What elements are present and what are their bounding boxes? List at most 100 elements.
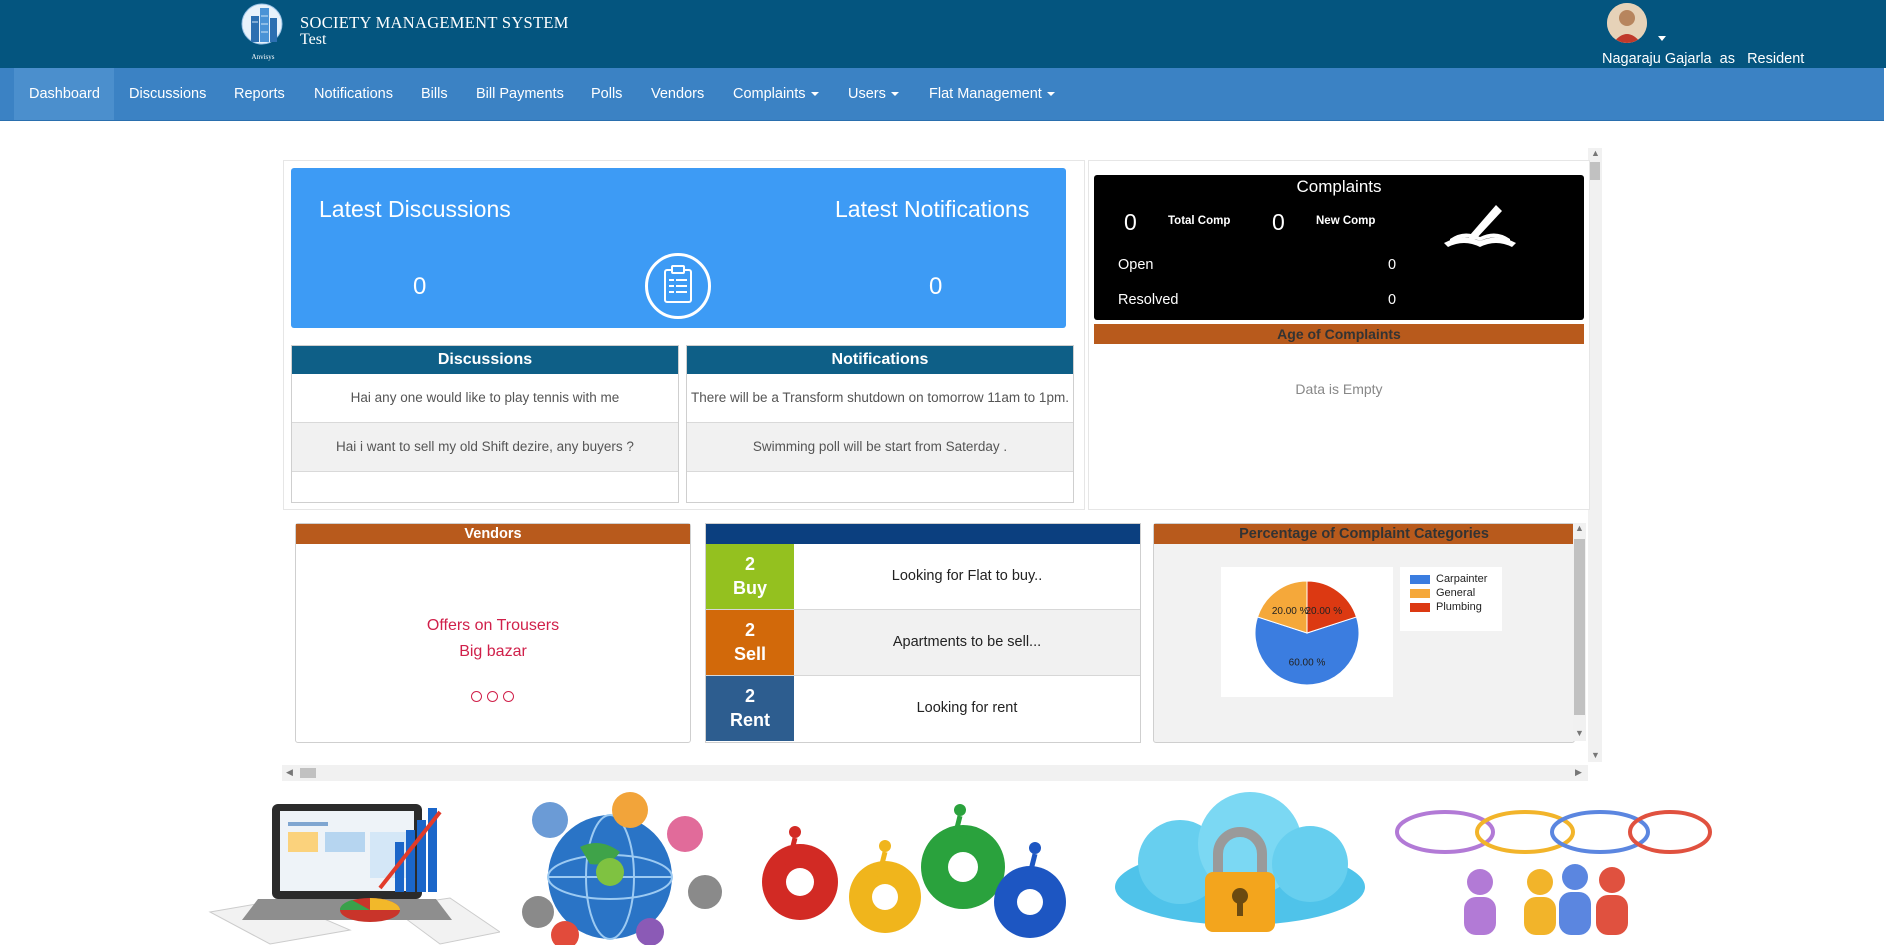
discussions-title: Discussions — [292, 346, 678, 374]
nav-complaints[interactable]: Complaints — [733, 68, 819, 120]
nav-users[interactable]: Users — [848, 68, 899, 120]
pie-chart: 60.00 % 20.00 %20.00 % — [1254, 580, 1360, 686]
legend-item-carpainter[interactable]: Carpainter — [1410, 573, 1487, 585]
ad-badge-sell: 2 Sell — [706, 610, 794, 675]
chevron-down-icon — [890, 92, 899, 97]
latest-notifications-count: 0 — [929, 273, 943, 300]
legend-label: Plumbing — [1436, 601, 1482, 613]
nav-vendors[interactable]: Vendors — [651, 68, 704, 120]
nav-flat-management[interactable]: Flat Management — [929, 68, 1055, 120]
nav-notifications[interactable]: Notifications — [314, 68, 393, 120]
ads-header — [706, 524, 1140, 544]
ad-row-sell[interactable]: 2 Sell Apartments to be sell... — [706, 610, 1140, 676]
legend-swatch — [1410, 602, 1430, 612]
chevron-down-icon — [1046, 92, 1055, 97]
user-menu-caret-icon[interactable] — [1658, 36, 1666, 41]
complaints-summary-box: Complaints 0 Total Comp 0 New Comp Open … — [1094, 175, 1584, 320]
legend-label: General — [1436, 587, 1476, 599]
chevron-down-icon — [810, 92, 819, 97]
total-complaints-label: Total Comp — [1168, 215, 1231, 227]
nav-complaints-label: Complaints — [733, 86, 806, 102]
latest-notifications-title[interactable]: Latest Notifications — [835, 196, 1029, 223]
complaint-categories-title: Percentage of Complaint Categories — [1154, 524, 1574, 544]
complaints-title[interactable]: Complaints — [1094, 177, 1584, 197]
horizontal-scroll-thumb[interactable] — [300, 768, 316, 778]
ad-text: Looking for Flat to buy.. — [891, 568, 1043, 584]
laptop-analytics-image — [200, 792, 502, 945]
open-label: Open — [1118, 257, 1154, 273]
scroll-left-icon[interactable]: ◀ — [286, 767, 293, 778]
nav-bill-payments[interactable]: Bill Payments — [476, 68, 564, 120]
discussion-item[interactable]: Hai i want to sell my old Shift dezire, … — [292, 423, 678, 472]
chart-card-scrollbar[interactable]: ▲ ▼ — [1573, 523, 1586, 741]
carousel-indicators — [471, 689, 519, 707]
nav-bills[interactable]: Bills — [421, 68, 448, 120]
globe-network-image — [510, 792, 740, 949]
discussion-item-empty — [292, 472, 678, 502]
pie-legend: Carpainter General Plumbing — [1400, 567, 1502, 631]
latest-discussions-count: 0 — [413, 273, 427, 300]
people-chat-image — [1390, 792, 1713, 945]
nav-vendors-label: Vendors — [651, 86, 705, 102]
vendors-title: Vendors — [296, 524, 690, 544]
nav-flat-management-label: Flat Management — [929, 86, 1042, 102]
nav-dashboard-label: Dashboard — [29, 86, 100, 102]
notification-item-empty — [687, 472, 1073, 502]
app-logo[interactable]: Anvisys — [238, 2, 288, 62]
carousel-dot[interactable] — [503, 691, 514, 702]
legend-item-plumbing[interactable]: Plumbing — [1410, 601, 1482, 613]
pie-slice-label: 60.00 % — [1289, 658, 1326, 669]
ad-type: Buy — [732, 578, 767, 598]
ad-row-rent[interactable]: 2 Rent Looking for rent — [706, 676, 1140, 741]
chart-scroll-thumb[interactable] — [1574, 539, 1585, 715]
new-complaints-count: 0 — [1272, 209, 1285, 235]
ad-type: Sell — [733, 644, 767, 664]
scroll-down-icon[interactable]: ▼ — [1575, 728, 1584, 738]
nav-dashboard[interactable]: Dashboard — [14, 68, 114, 120]
nav-discussions-label: Discussions — [129, 86, 207, 102]
society-name: Test — [300, 31, 327, 48]
nav-bills-label: Bills — [421, 86, 448, 102]
nav-polls[interactable]: Polls — [591, 68, 622, 120]
ad-row-buy[interactable]: 2 Buy Looking for Flat to buy.. — [706, 544, 1140, 610]
legend-item-general[interactable]: General — [1410, 587, 1475, 599]
vendor-name[interactable]: Big bazar — [296, 643, 690, 661]
gears-teamwork-image — [745, 792, 1075, 945]
latest-discussions-title[interactable]: Latest Discussions — [319, 196, 511, 223]
age-of-complaints-title: Age of Complaints — [1094, 324, 1584, 344]
pie-slice-label: 20.00 % — [1305, 606, 1342, 617]
total-complaints-count: 0 — [1124, 209, 1137, 235]
ad-badge-rent: 2 Rent — [706, 676, 794, 741]
discussion-item[interactable]: Hai any one would like to play tennis wi… — [292, 374, 678, 423]
scroll-down-icon[interactable]: ▼ — [1591, 750, 1600, 760]
user-avatar[interactable] — [1607, 3, 1647, 43]
ad-type: Rent — [730, 710, 770, 730]
scroll-up-icon[interactable]: ▲ — [1575, 523, 1584, 533]
logo-caption: Anvisys — [252, 53, 275, 61]
open-count: 0 — [1388, 257, 1397, 273]
nav-polls-label: Polls — [591, 86, 623, 102]
nav-bill-payments-label: Bill Payments — [476, 86, 564, 102]
horizontal-scrollbar[interactable]: ◀ ▶ — [282, 765, 1588, 781]
cloud-lock-image — [1090, 792, 1390, 945]
new-complaints-label: New Comp — [1316, 215, 1376, 227]
ad-badge-buy: 2 Buy — [706, 544, 794, 609]
carousel-dot[interactable] — [471, 691, 482, 702]
vertical-scroll-thumb[interactable] — [1590, 162, 1600, 180]
resolved-label: Resolved — [1118, 292, 1179, 308]
legend-label: Carpainter — [1436, 573, 1488, 585]
nav-reports[interactable]: Reports — [234, 68, 285, 120]
vendor-offer[interactable]: Offers on Trousers — [296, 617, 690, 635]
main-navbar: Dashboard Discussions Reports Notificati… — [0, 68, 1884, 121]
notification-item[interactable]: Swimming poll will be start from Saterda… — [687, 423, 1073, 472]
notification-item[interactable]: There will be a Transform shutdown on to… — [687, 374, 1073, 423]
user-role-label[interactable]: Nagaraju Gajarla as Resident — [1602, 51, 1804, 67]
carousel-dot[interactable] — [487, 691, 498, 702]
vendors-card: Vendors Offers on Trousers Big bazar — [295, 523, 691, 743]
scroll-right-icon[interactable]: ▶ — [1575, 767, 1582, 778]
ad-text: Apartments to be sell... — [892, 634, 1042, 650]
vertical-scrollbar[interactable]: ▲ ▼ — [1588, 148, 1602, 762]
scroll-up-icon[interactable]: ▲ — [1591, 148, 1600, 158]
nav-discussions[interactable]: Discussions — [129, 68, 206, 120]
discussions-card: Discussions Hai any one would like to pl… — [291, 345, 679, 503]
